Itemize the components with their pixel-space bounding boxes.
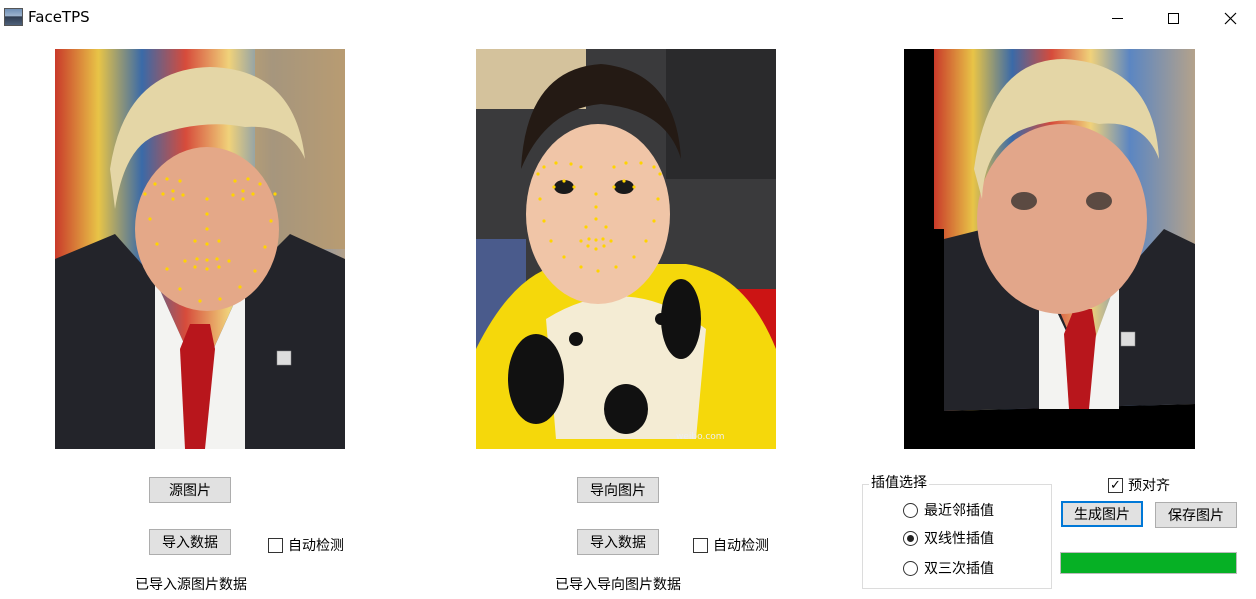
radio-bilinear[interactable]: 双线性插值 <box>903 528 994 548</box>
guide-import-data-button[interactable]: 导入数据 <box>577 529 659 555</box>
app-icon <box>4 8 23 26</box>
source-import-data-button[interactable]: 导入数据 <box>149 529 231 555</box>
guide-auto-detect-label: 自动检测 <box>713 538 769 554</box>
guide-image: weibo.com <box>476 49 776 449</box>
progress-bar-fill <box>1061 553 1236 573</box>
guide-image-button[interactable]: 导向图片 <box>577 477 659 503</box>
source-image-view <box>55 49 345 449</box>
checkbox-box[interactable] <box>693 537 708 553</box>
radio-label: 双三次插值 <box>924 561 994 577</box>
source-auto-detect-checkbox[interactable]: 自动检测 <box>268 535 344 555</box>
maximize-button[interactable] <box>1150 0 1196 36</box>
radio-label: 双线性插值 <box>924 531 994 547</box>
close-button[interactable] <box>1207 0 1253 36</box>
guide-auto-detect-checkbox[interactable]: 自动检测 <box>693 535 769 555</box>
interpolation-group-label: 插值选择 <box>869 472 929 492</box>
radio-nearest-neighbor[interactable]: 最近邻插值 <box>903 500 994 520</box>
source-image-button[interactable]: 源图片 <box>149 477 231 503</box>
radio-circle[interactable] <box>903 560 918 576</box>
watermark: weibo.com <box>676 432 725 442</box>
minimize-button[interactable] <box>1094 0 1140 36</box>
radio-circle[interactable] <box>903 530 918 546</box>
maximize-icon <box>1167 12 1179 24</box>
minimize-icon <box>1111 17 1123 19</box>
check-mark-icon: ✓ <box>1110 477 1121 493</box>
result-image <box>904 49 1195 449</box>
guide-status-text: 已导入导向图片数据 <box>555 577 681 593</box>
radio-bicubic[interactable]: 双三次插值 <box>903 558 994 578</box>
source-image <box>55 49 345 449</box>
close-icon <box>1224 12 1236 24</box>
checkbox-box[interactable]: ✓ <box>1108 477 1123 493</box>
title-bar: FaceTPS <box>0 0 1256 36</box>
pre-align-checkbox[interactable]: ✓ 预对齐 <box>1108 475 1170 495</box>
checkbox-box[interactable] <box>268 537 283 553</box>
generate-image-button[interactable]: 生成图片 <box>1061 501 1143 527</box>
progress-bar <box>1060 552 1237 574</box>
source-status-text: 已导入源图片数据 <box>135 577 247 593</box>
window-title: FaceTPS <box>28 8 90 26</box>
radio-label: 最近邻插值 <box>924 503 994 519</box>
guide-image-view: weibo.com <box>476 49 776 449</box>
pre-align-label: 预对齐 <box>1128 478 1170 494</box>
save-image-button[interactable]: 保存图片 <box>1155 502 1237 528</box>
radio-circle[interactable] <box>903 502 918 518</box>
result-image-view <box>904 49 1195 449</box>
source-auto-detect-label: 自动检测 <box>288 538 344 554</box>
radio-selected-dot <box>907 534 914 542</box>
